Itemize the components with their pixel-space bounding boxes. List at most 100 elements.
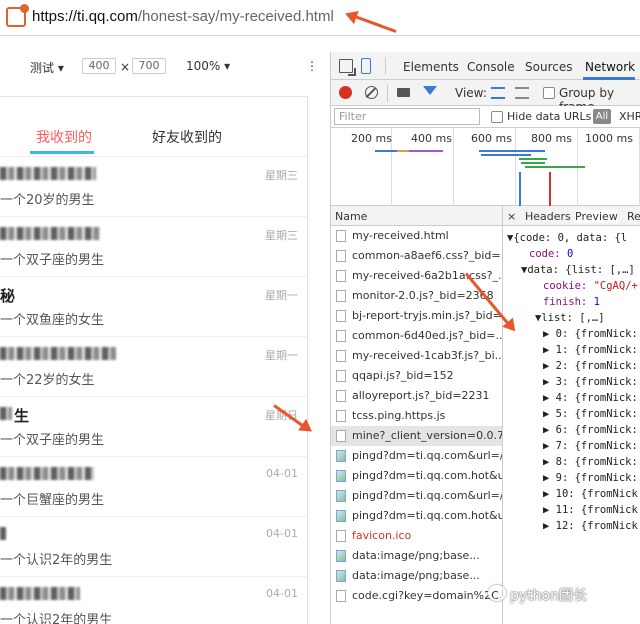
- json-value: "CgAQ/+: [593, 280, 638, 292]
- message-item[interactable]: 生 一个双子座的男生 星期日: [0, 397, 307, 457]
- filter-icon[interactable]: [423, 86, 437, 95]
- json-preview: ▼{code: 0, data: {l code: 0 ▼data: {list…: [503, 226, 640, 624]
- request-name: favicon.ico: [352, 529, 412, 542]
- tab-console[interactable]: Console: [467, 60, 515, 74]
- file-icon: [336, 390, 346, 402]
- address-bar[interactable]: https://ti.qq.com/honest-say/my-received…: [0, 0, 640, 36]
- json-root-line[interactable]: ▼{code: 0, data: {l: [507, 232, 627, 244]
- request-row[interactable]: common-6d40ed.js?_bid=...: [331, 326, 503, 346]
- blurred-nickname: [0, 407, 12, 420]
- image-file-icon: [336, 470, 346, 482]
- request-row-failed[interactable]: favicon.ico: [331, 526, 502, 546]
- url-text[interactable]: https://ti.qq.com/honest-say/my-received…: [32, 8, 334, 25]
- tick-label: 400 ms: [411, 132, 452, 145]
- waterfall-view-icon[interactable]: [515, 87, 529, 99]
- network-toolbar: View: Group by frame: [331, 80, 640, 114]
- inspect-element-icon[interactable]: [339, 59, 356, 76]
- list-view-icon[interactable]: [491, 87, 505, 99]
- json-list-item[interactable]: ▶ 0: {fromNick:: [543, 328, 638, 340]
- file-icon: [336, 430, 346, 442]
- clear-icon[interactable]: [365, 86, 378, 99]
- request-row[interactable]: my-received.html: [331, 226, 502, 246]
- file-icon: [336, 410, 346, 422]
- message-item[interactable]: 秘 一个双鱼座的女生 星期一: [0, 277, 307, 337]
- file-icon: [336, 290, 346, 302]
- tab-response[interactable]: Re: [627, 210, 640, 223]
- filter-xhr-button[interactable]: XHR: [619, 110, 640, 123]
- request-row[interactable]: tcss.ping.https.js: [331, 406, 502, 426]
- message-item[interactable]: 一个20岁的男生 星期三: [0, 157, 307, 217]
- zoom-select[interactable]: 100% ▾: [186, 59, 230, 73]
- request-row[interactable]: my-received-1cab3f.js?_bi...: [331, 346, 502, 366]
- json-list-item[interactable]: ▶ 11: {fromNick: [543, 504, 638, 516]
- json-value: 0: [566, 248, 574, 260]
- message-day: 星期一: [265, 349, 298, 362]
- tab-headers[interactable]: Headers: [525, 210, 571, 223]
- message-item[interactable]: 一个认识2年的男生 04-01: [0, 577, 307, 624]
- watermark-text: python团长: [510, 588, 587, 604]
- image-file-icon: [336, 490, 346, 502]
- json-data-line[interactable]: ▼data: {list: [,…]: [521, 264, 635, 276]
- json-list-item[interactable]: ▶ 9: {fromNick:: [543, 472, 638, 484]
- filter-all-button[interactable]: All: [593, 109, 611, 124]
- tab-preview[interactable]: Preview: [575, 210, 618, 223]
- json-list-item[interactable]: ▶ 4: {fromNick:: [543, 392, 638, 404]
- request-row[interactable]: pingd?dm=ti.qq.com&url=/...: [331, 486, 502, 506]
- message-item[interactable]: 一个双子座的男生 星期三: [0, 217, 307, 277]
- request-row[interactable]: pingd?dm=ti.qq.com.hot&u...: [331, 506, 502, 526]
- json-list-item[interactable]: ▶ 5: {fromNick:: [543, 408, 638, 420]
- tick-label: 200 ms: [351, 132, 392, 145]
- tab-my-received[interactable]: 我收到的: [36, 127, 92, 147]
- device-toggle-icon[interactable]: [361, 58, 371, 74]
- message-day: 星期三: [265, 229, 298, 242]
- message-item[interactable]: 一个巨蟹座的男生 04-01: [0, 457, 307, 517]
- waterfall-bar: [525, 166, 585, 168]
- record-icon[interactable]: [339, 86, 352, 99]
- request-row-selected[interactable]: mine?_client_version=0.0.7...: [331, 426, 502, 446]
- tab-elements[interactable]: Elements: [403, 60, 459, 74]
- request-row[interactable]: my-received-6a2b1a.css?_...: [331, 266, 502, 286]
- json-value: 1: [593, 296, 600, 308]
- request-row[interactable]: qqapi.js?_bid=152: [331, 366, 502, 386]
- device-select[interactable]: 测试 ▾: [30, 59, 64, 76]
- width-input[interactable]: 400: [82, 58, 116, 74]
- request-row[interactable]: code.cgi?key=domain%2C...: [331, 586, 502, 606]
- request-name: my-received.html: [352, 229, 449, 242]
- json-list-line[interactable]: ▼list: [,…]: [535, 312, 605, 324]
- message-item[interactable]: 一个认识2年的男生 04-01: [0, 517, 307, 577]
- close-detail-icon[interactable]: ×: [507, 210, 516, 223]
- request-row[interactable]: data:image/png;base...: [331, 566, 502, 586]
- group-by-frame-checkbox[interactable]: [543, 87, 555, 99]
- json-list-item[interactable]: ▶ 8: {fromNick:: [543, 456, 638, 468]
- waterfall-bar: [481, 154, 531, 156]
- json-list-item[interactable]: ▶ 6: {fromNick:: [543, 424, 638, 436]
- json-list-item[interactable]: ▶ 7: {fromNick:: [543, 440, 638, 452]
- json-list-item[interactable]: ▶ 12: {fromNick: [543, 520, 638, 532]
- request-row[interactable]: pingd?dm=ti.qq.com&url=/...: [331, 446, 502, 466]
- name-column-header[interactable]: Name: [331, 206, 503, 226]
- blurred-nickname: [0, 467, 94, 480]
- height-input[interactable]: 700: [132, 58, 166, 74]
- json-list-item[interactable]: ▶ 2: {fromNick:: [543, 360, 638, 372]
- json-list-item[interactable]: ▶ 10: {fromNick: [543, 488, 638, 500]
- json-list-item[interactable]: ▶ 3: {fromNick:: [543, 376, 638, 388]
- tab-friends-received[interactable]: 好友收到的: [152, 127, 222, 147]
- message-item[interactable]: 一个22岁的女生 星期一: [0, 337, 307, 397]
- request-row[interactable]: data:image/png;base...: [331, 546, 502, 566]
- request-row[interactable]: common-a8aef6.css?_bid=...: [331, 246, 502, 266]
- request-name: qqapi.js?_bid=152: [352, 369, 454, 382]
- json-list-item[interactable]: ▶ 1: {fromNick:: [543, 344, 638, 356]
- request-row[interactable]: bj-report-tryjs.min.js?_bid=...: [331, 306, 502, 326]
- filter-input[interactable]: Filter: [334, 108, 480, 125]
- request-row[interactable]: alloyreport.js?_bid=2231: [331, 386, 502, 406]
- request-row[interactable]: pingd?dm=ti.qq.com.hot&u...: [331, 466, 502, 486]
- screenshot-camera-icon[interactable]: [397, 88, 410, 97]
- devtools-tabbar: Elements Console Sources Network: [331, 52, 640, 80]
- more-options-icon[interactable]: ⋮: [306, 59, 318, 73]
- message-desc: 一个20岁的男生: [0, 193, 95, 208]
- tab-network[interactable]: Network: [585, 60, 635, 74]
- message-nick: 秘: [0, 287, 16, 305]
- hide-data-urls-checkbox[interactable]: [491, 111, 503, 123]
- tab-sources[interactable]: Sources: [525, 60, 572, 74]
- request-name: common-6d40ed.js?_bid=...: [352, 329, 503, 342]
